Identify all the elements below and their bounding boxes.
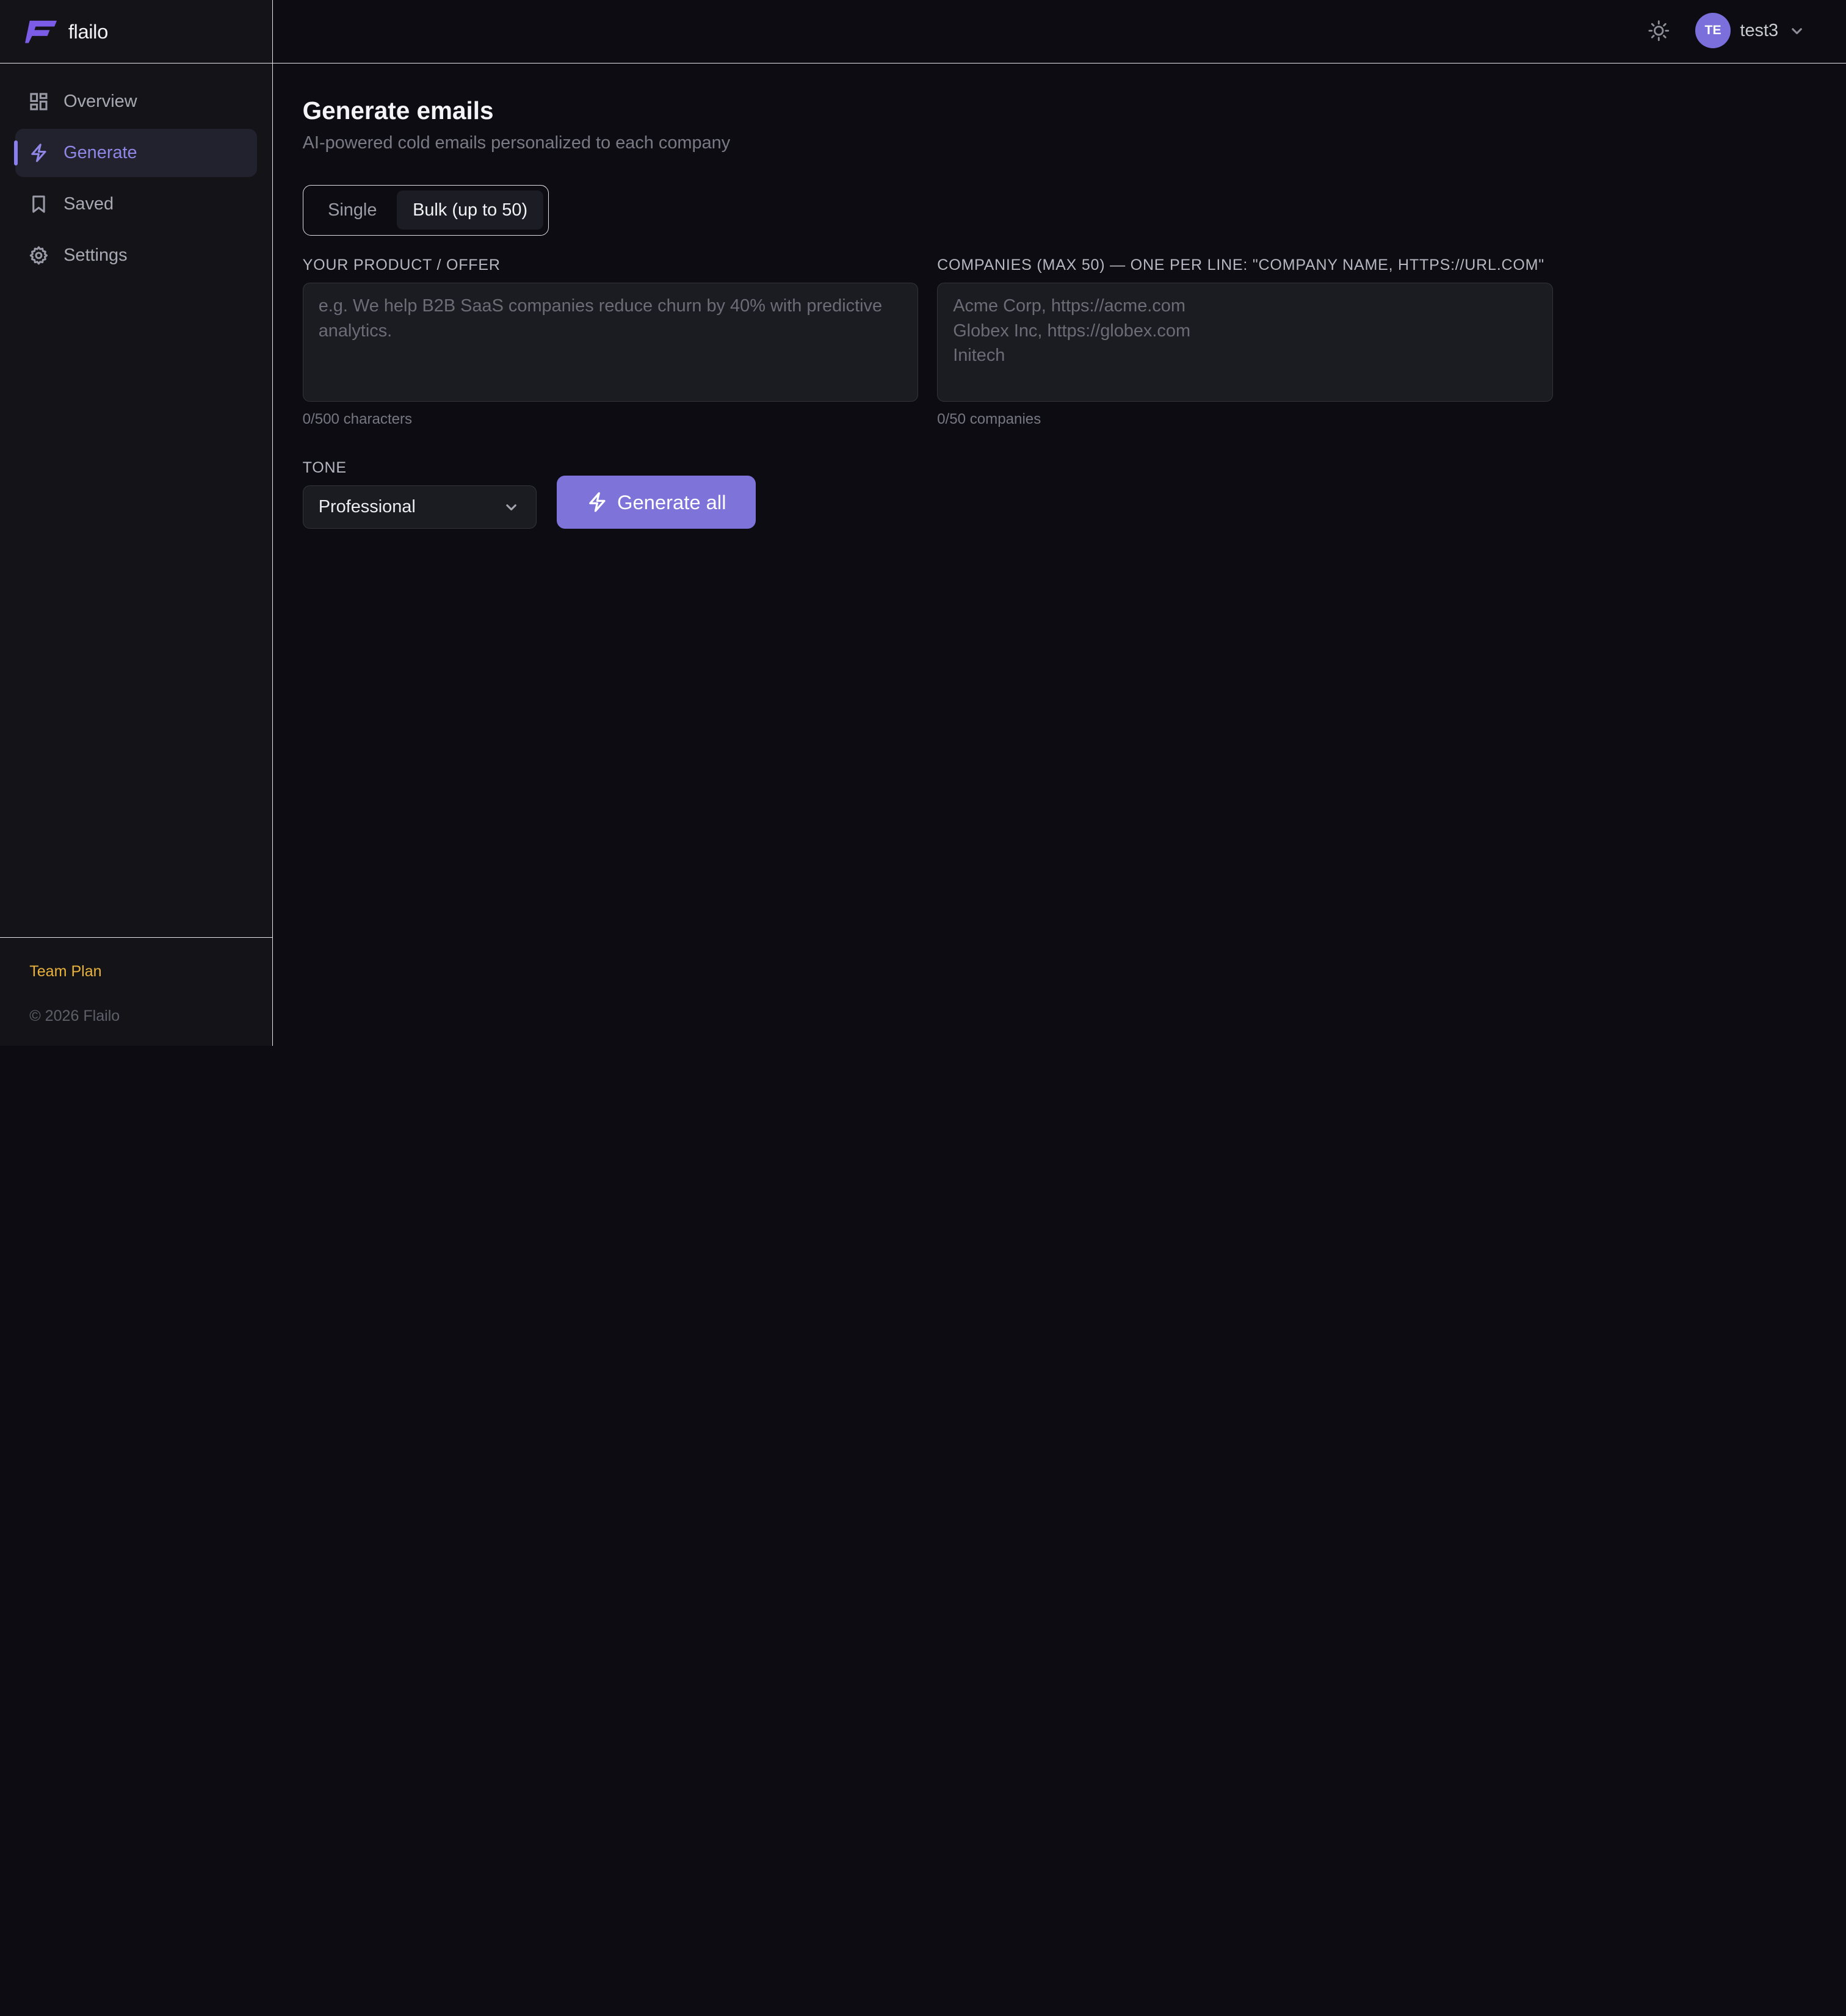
sidebar-item-overview[interactable]: Overview — [15, 78, 257, 126]
mode-switch: Single Bulk (up to 50) — [302, 184, 549, 236]
product-input[interactable] — [302, 282, 919, 402]
app-root: flailo Overview Generate Saved Settings … — [0, 0, 1846, 1046]
chevron-down-icon — [1792, 27, 1803, 34]
page-subtitle: AI-powered cold emails personalized to e… — [302, 132, 731, 153]
flailo-logo-icon — [24, 21, 57, 43]
avatar: TE — [1695, 13, 1731, 49]
bookmark-icon — [32, 195, 45, 213]
tab-single[interactable]: Single — [308, 190, 397, 230]
brand-name: flailo — [68, 20, 108, 43]
generate-all-button[interactable]: Generate all — [557, 476, 756, 529]
lightning-icon — [588, 492, 606, 512]
sidebar-item-label: Generate — [63, 143, 137, 163]
product-char-counter: 0/500 characters — [302, 411, 413, 428]
sidebar-nav: Overview Generate Saved Settings — [0, 63, 272, 297]
sidebar-item-label: Overview — [63, 92, 137, 112]
sidebar-item-settings[interactable]: Settings — [15, 231, 257, 280]
companies-label: COMPANIES (MAX 50) — ONE PER LINE: "COMP… — [937, 256, 1544, 274]
sun-icon — [1648, 20, 1670, 41]
sidebar-item-generate[interactable]: Generate — [14, 129, 258, 178]
tone-label: TONE — [302, 459, 347, 477]
copyright: © 2026 Flailo — [29, 1007, 120, 1025]
gear-icon — [29, 246, 48, 265]
tone-select[interactable]: Professional — [302, 485, 537, 529]
tone-value: Professional — [318, 496, 416, 517]
sidebar-item-label: Saved — [63, 194, 114, 214]
username: test3 — [1740, 20, 1779, 40]
theme-toggle-button[interactable] — [1647, 19, 1671, 43]
tab-bulk[interactable]: Bulk (up to 50) — [397, 190, 543, 230]
companies-counter: 0/50 companies — [937, 411, 1041, 428]
page-title: Generate emails — [302, 96, 494, 125]
lightning-icon — [31, 143, 46, 162]
sidebar-item-saved[interactable]: Saved — [15, 180, 257, 228]
chevron-down-icon — [506, 504, 517, 510]
dashboard-icon — [30, 93, 48, 111]
sidebar-item-label: Settings — [63, 245, 128, 265]
generate-all-label: Generate all — [617, 490, 726, 513]
topbar: TE test3 — [273, 0, 1846, 64]
sidebar: flailo Overview Generate Saved Settings … — [0, 0, 273, 1046]
sidebar-footer: Team Plan © 2026 Flailo — [0, 937, 273, 1045]
user-menu[interactable]: TE test3 — [1695, 13, 1804, 49]
companies-input[interactable] — [937, 282, 1553, 402]
product-label: YOUR PRODUCT / OFFER — [302, 256, 501, 274]
plan-badge: Team Plan — [29, 962, 102, 980]
brand[interactable]: flailo — [0, 0, 273, 64]
